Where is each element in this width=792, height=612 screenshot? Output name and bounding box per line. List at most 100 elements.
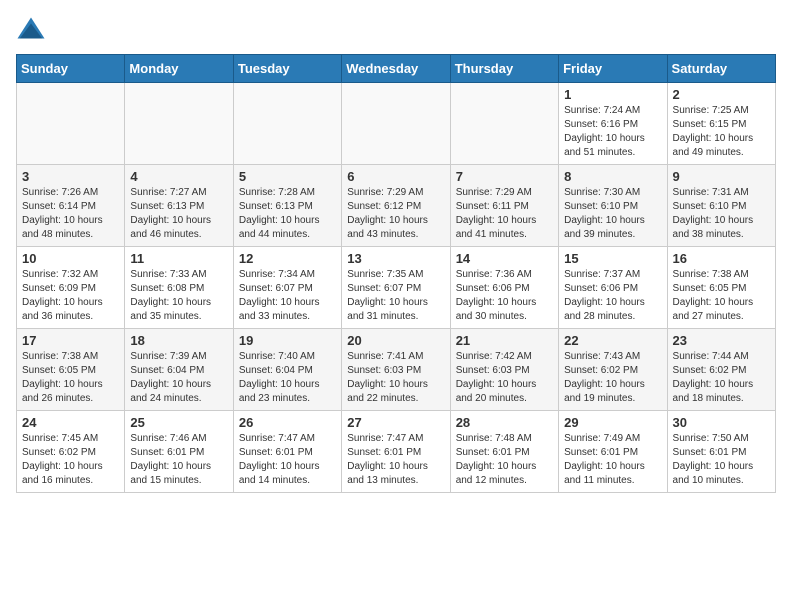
day-info: Sunrise: 7:42 AM Sunset: 6:03 PM Dayligh… xyxy=(456,350,553,406)
calendar-header-saturday: Saturday xyxy=(667,55,775,83)
day-number: 25 xyxy=(130,415,227,430)
day-number: 23 xyxy=(673,333,770,348)
calendar-cell: 23 Sunrise: 7:44 AM Sunset: 6:02 PM Dayli… xyxy=(667,329,775,411)
day-number: 1 xyxy=(564,87,661,102)
calendar-cell: 4 Sunrise: 7:27 AM Sunset: 6:13 PM Daylig… xyxy=(125,165,233,247)
calendar-cell: 2 Sunrise: 7:25 AM Sunset: 6:15 PM Daylig… xyxy=(667,83,775,165)
calendar-header-row: SundayMondayTuesdayWednesdayThursdayFrid… xyxy=(17,55,776,83)
day-info: Sunrise: 7:43 AM Sunset: 6:02 PM Dayligh… xyxy=(564,350,661,406)
day-number: 27 xyxy=(347,415,444,430)
day-info: Sunrise: 7:38 AM Sunset: 6:05 PM Dayligh… xyxy=(673,268,770,324)
calendar-cell: 17 Sunrise: 7:38 AM Sunset: 6:05 PM Dayli… xyxy=(17,329,125,411)
day-info: Sunrise: 7:33 AM Sunset: 6:08 PM Dayligh… xyxy=(130,268,227,324)
day-number: 15 xyxy=(564,251,661,266)
calendar-cell: 20 Sunrise: 7:41 AM Sunset: 6:03 PM Dayli… xyxy=(342,329,450,411)
calendar-cell xyxy=(125,83,233,165)
calendar-cell xyxy=(233,83,341,165)
day-info: Sunrise: 7:37 AM Sunset: 6:06 PM Dayligh… xyxy=(564,268,661,324)
day-info: Sunrise: 7:44 AM Sunset: 6:02 PM Dayligh… xyxy=(673,350,770,406)
logo xyxy=(16,16,50,46)
day-info: Sunrise: 7:47 AM Sunset: 6:01 PM Dayligh… xyxy=(239,432,336,488)
day-number: 7 xyxy=(456,169,553,184)
day-number: 18 xyxy=(130,333,227,348)
day-number: 21 xyxy=(456,333,553,348)
day-number: 19 xyxy=(239,333,336,348)
calendar-cell: 13 Sunrise: 7:35 AM Sunset: 6:07 PM Dayli… xyxy=(342,247,450,329)
day-number: 22 xyxy=(564,333,661,348)
day-number: 6 xyxy=(347,169,444,184)
day-number: 13 xyxy=(347,251,444,266)
day-info: Sunrise: 7:47 AM Sunset: 6:01 PM Dayligh… xyxy=(347,432,444,488)
calendar-cell: 26Sunrise: 7:47 AM Sunset: 6:01 PM Dayli… xyxy=(233,411,341,493)
calendar-cell: 27 Sunrise: 7:47 AM Sunset: 6:01 PM Dayli… xyxy=(342,411,450,493)
day-number: 11 xyxy=(130,251,227,266)
calendar-header-sunday: Sunday xyxy=(17,55,125,83)
day-number: 20 xyxy=(347,333,444,348)
day-info: Sunrise: 7:25 AM Sunset: 6:15 PM Dayligh… xyxy=(673,104,770,160)
day-number: 3 xyxy=(22,169,119,184)
day-info: Sunrise: 7:46 AM Sunset: 6:01 PM Dayligh… xyxy=(130,432,227,488)
logo-icon xyxy=(16,16,46,46)
calendar-cell xyxy=(342,83,450,165)
calendar-cell: 8 Sunrise: 7:30 AM Sunset: 6:10 PM Daylig… xyxy=(559,165,667,247)
day-info: Sunrise: 7:40 AM Sunset: 6:04 PM Dayligh… xyxy=(239,350,336,406)
calendar-cell: 1Sunrise: 7:24 AM Sunset: 6:16 PM Daylig… xyxy=(559,83,667,165)
calendar-week-row: 1Sunrise: 7:24 AM Sunset: 6:16 PM Daylig… xyxy=(17,83,776,165)
calendar-week-row: 24Sunrise: 7:45 AM Sunset: 6:02 PM Dayli… xyxy=(17,411,776,493)
calendar-cell: 19 Sunrise: 7:40 AM Sunset: 6:04 PM Dayli… xyxy=(233,329,341,411)
day-number: 9 xyxy=(673,169,770,184)
day-info: Sunrise: 7:31 AM Sunset: 6:10 PM Dayligh… xyxy=(673,186,770,242)
calendar-table: SundayMondayTuesdayWednesdayThursdayFrid… xyxy=(16,54,776,493)
day-number: 8 xyxy=(564,169,661,184)
calendar-cell: 11 Sunrise: 7:33 AM Sunset: 6:08 PM Dayli… xyxy=(125,247,233,329)
day-info: Sunrise: 7:48 AM Sunset: 6:01 PM Dayligh… xyxy=(456,432,553,488)
calendar-cell: 14 Sunrise: 7:36 AM Sunset: 6:06 PM Dayli… xyxy=(450,247,558,329)
day-number: 24 xyxy=(22,415,119,430)
calendar-cell: 10Sunrise: 7:32 AM Sunset: 6:09 PM Dayli… xyxy=(17,247,125,329)
calendar-cell xyxy=(17,83,125,165)
calendar-header-friday: Friday xyxy=(559,55,667,83)
calendar-header-tuesday: Tuesday xyxy=(233,55,341,83)
calendar-cell: 5Sunrise: 7:28 AM Sunset: 6:13 PM Daylig… xyxy=(233,165,341,247)
day-number: 12 xyxy=(239,251,336,266)
day-number: 29 xyxy=(564,415,661,430)
calendar-week-row: 10Sunrise: 7:32 AM Sunset: 6:09 PM Dayli… xyxy=(17,247,776,329)
page-header xyxy=(16,16,776,46)
calendar-cell: 6 Sunrise: 7:29 AM Sunset: 6:12 PM Daylig… xyxy=(342,165,450,247)
calendar-cell: 12 Sunrise: 7:34 AM Sunset: 6:07 PM Dayli… xyxy=(233,247,341,329)
day-number: 30 xyxy=(673,415,770,430)
calendar-cell: 24Sunrise: 7:45 AM Sunset: 6:02 PM Dayli… xyxy=(17,411,125,493)
day-number: 4 xyxy=(130,169,227,184)
day-info: Sunrise: 7:34 AM Sunset: 6:07 PM Dayligh… xyxy=(239,268,336,324)
calendar-cell: 16Sunrise: 7:38 AM Sunset: 6:05 PM Dayli… xyxy=(667,247,775,329)
calendar-cell: 7 Sunrise: 7:29 AM Sunset: 6:11 PM Daylig… xyxy=(450,165,558,247)
day-number: 2 xyxy=(673,87,770,102)
calendar-cell: 30Sunrise: 7:50 AM Sunset: 6:01 PM Dayli… xyxy=(667,411,775,493)
day-number: 17 xyxy=(22,333,119,348)
day-info: Sunrise: 7:27 AM Sunset: 6:13 PM Dayligh… xyxy=(130,186,227,242)
day-info: Sunrise: 7:29 AM Sunset: 6:11 PM Dayligh… xyxy=(456,186,553,242)
day-info: Sunrise: 7:30 AM Sunset: 6:10 PM Dayligh… xyxy=(564,186,661,242)
calendar-header-monday: Monday xyxy=(125,55,233,83)
day-info: Sunrise: 7:39 AM Sunset: 6:04 PM Dayligh… xyxy=(130,350,227,406)
calendar-cell: 18 Sunrise: 7:39 AM Sunset: 6:04 PM Dayli… xyxy=(125,329,233,411)
calendar-week-row: 17 Sunrise: 7:38 AM Sunset: 6:05 PM Dayli… xyxy=(17,329,776,411)
calendar-cell: 3 Sunrise: 7:26 AM Sunset: 6:14 PM Daylig… xyxy=(17,165,125,247)
calendar-cell: 21 Sunrise: 7:42 AM Sunset: 6:03 PM Dayli… xyxy=(450,329,558,411)
day-info: Sunrise: 7:35 AM Sunset: 6:07 PM Dayligh… xyxy=(347,268,444,324)
day-info: Sunrise: 7:29 AM Sunset: 6:12 PM Dayligh… xyxy=(347,186,444,242)
calendar-header-thursday: Thursday xyxy=(450,55,558,83)
day-info: Sunrise: 7:36 AM Sunset: 6:06 PM Dayligh… xyxy=(456,268,553,324)
day-info: Sunrise: 7:41 AM Sunset: 6:03 PM Dayligh… xyxy=(347,350,444,406)
calendar-cell: 15 Sunrise: 7:37 AM Sunset: 6:06 PM Dayli… xyxy=(559,247,667,329)
calendar-cell xyxy=(450,83,558,165)
day-number: 10 xyxy=(22,251,119,266)
day-info: Sunrise: 7:38 AM Sunset: 6:05 PM Dayligh… xyxy=(22,350,119,406)
calendar-week-row: 3 Sunrise: 7:26 AM Sunset: 6:14 PM Daylig… xyxy=(17,165,776,247)
day-info: Sunrise: 7:26 AM Sunset: 6:14 PM Dayligh… xyxy=(22,186,119,242)
day-number: 5 xyxy=(239,169,336,184)
calendar-cell: 28Sunrise: 7:48 AM Sunset: 6:01 PM Dayli… xyxy=(450,411,558,493)
calendar-cell: 9 Sunrise: 7:31 AM Sunset: 6:10 PM Daylig… xyxy=(667,165,775,247)
calendar-cell: 29Sunrise: 7:49 AM Sunset: 6:01 PM Dayli… xyxy=(559,411,667,493)
day-number: 14 xyxy=(456,251,553,266)
